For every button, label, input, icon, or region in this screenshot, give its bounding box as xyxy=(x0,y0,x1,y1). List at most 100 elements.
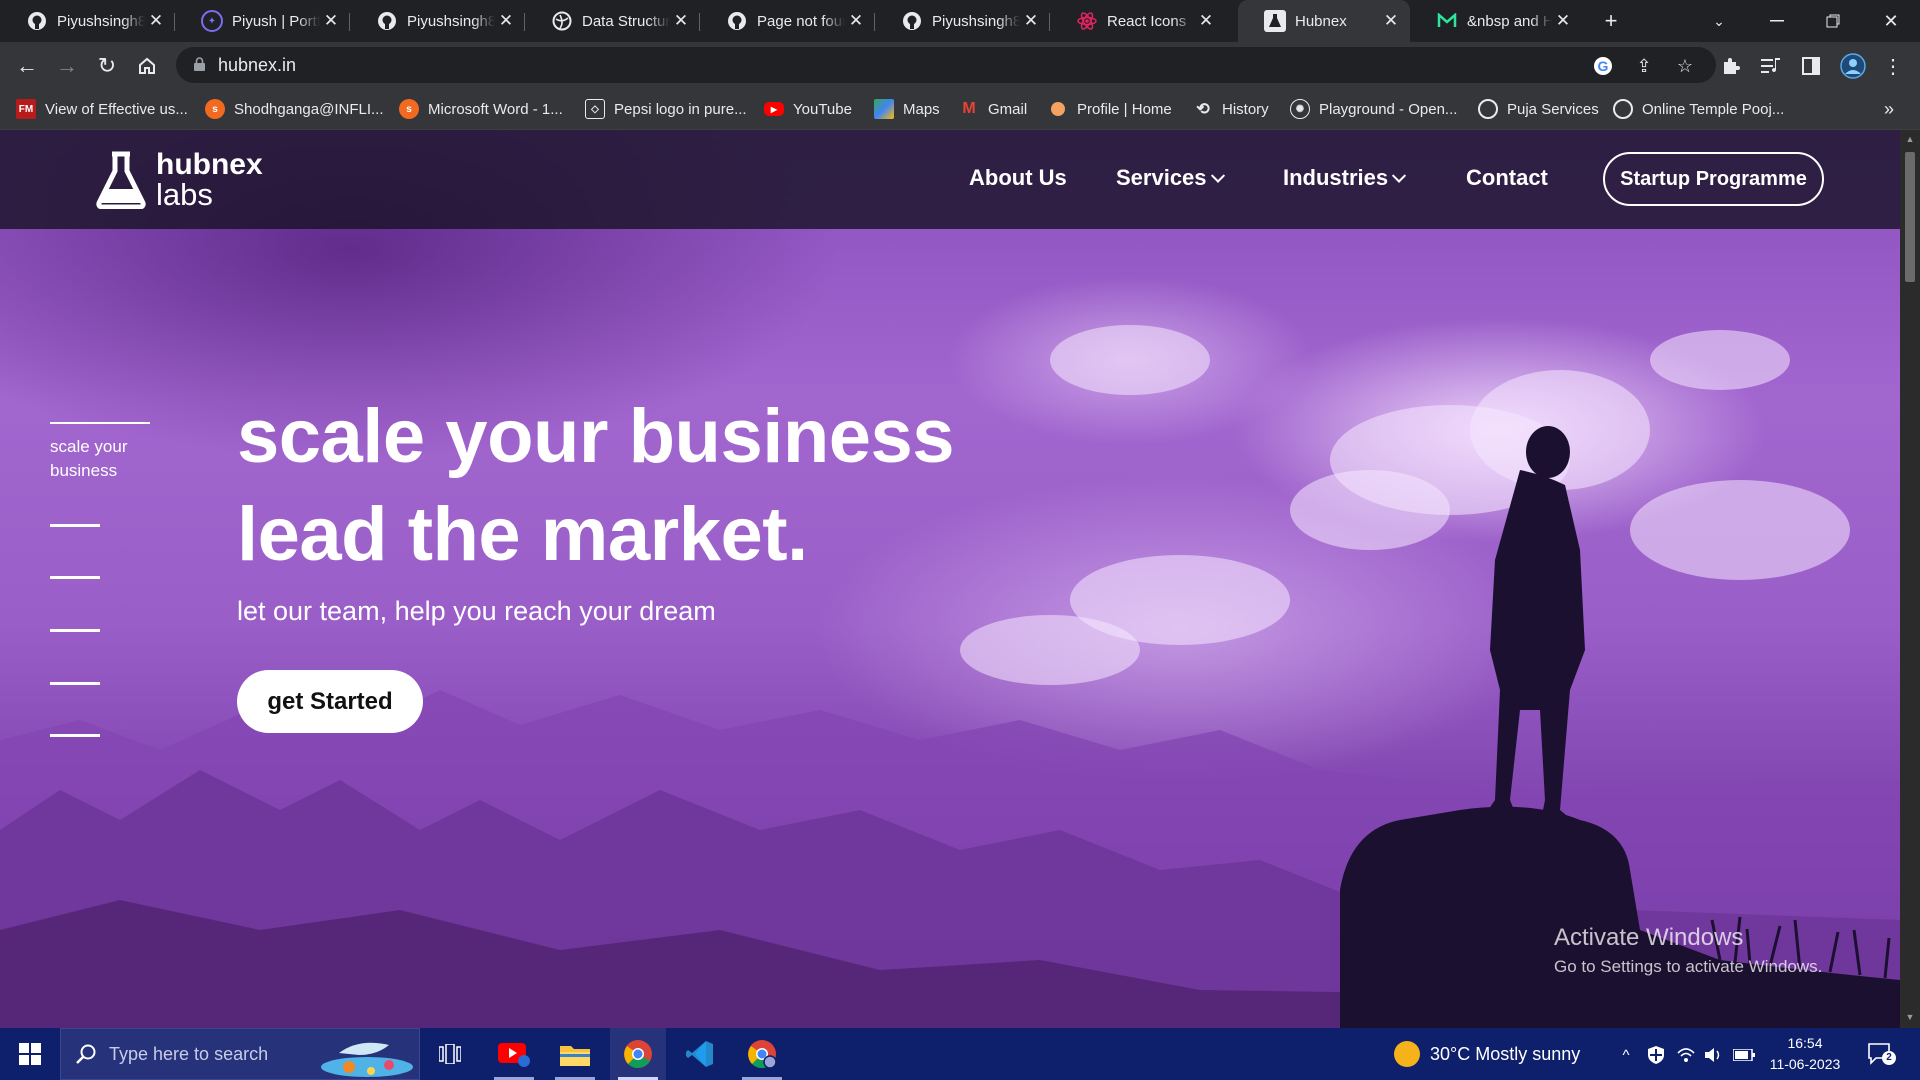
forward-icon[interactable]: → xyxy=(50,49,84,83)
startup-programme-button[interactable]: Startup Programme xyxy=(1603,152,1824,206)
get-started-button[interactable]: get Started xyxy=(237,670,423,733)
tab-react-icons[interactable]: React Icons ✕ xyxy=(1050,0,1225,42)
slide-dot[interactable] xyxy=(50,524,100,527)
slide-dot[interactable] xyxy=(50,682,100,685)
slide-dot[interactable] xyxy=(50,629,100,632)
weather-text: 30°C Mostly sunny xyxy=(1430,1043,1581,1064)
tab-github-2[interactable]: Piyushsingh8080 ✕ xyxy=(350,0,525,42)
watermark-subtitle: Go to Settings to activate Windows. xyxy=(1554,957,1823,976)
profile-avatar-icon[interactable] xyxy=(1836,49,1870,83)
close-tab-icon[interactable]: ✕ xyxy=(145,11,167,31)
notification-count: 2 xyxy=(1882,1051,1896,1065)
bookmark-item[interactable]: M Gmail xyxy=(959,97,1027,121)
chrome-canary-icon[interactable] xyxy=(734,1028,790,1080)
bookmark-item[interactable]: ⟲ History xyxy=(1193,97,1268,121)
chrome-menu-icon[interactable]: ⋮ xyxy=(1876,49,1910,83)
bookmark-item[interactable]: Maps xyxy=(874,97,940,121)
youtube-app-icon[interactable] xyxy=(486,1028,542,1080)
bookmark-item[interactable]: Profile | Home xyxy=(1048,97,1172,121)
hubnex-logo[interactable]: hubnex labs xyxy=(96,150,263,210)
scroll-thumb[interactable] xyxy=(1905,152,1915,282)
nav-about-us[interactable]: About Us xyxy=(969,165,1067,191)
page-scrollbar[interactable]: ▲ ▼ xyxy=(1900,130,1920,1028)
home-icon[interactable] xyxy=(130,49,164,83)
close-tab-icon[interactable]: ✕ xyxy=(320,11,342,31)
chrome-icon[interactable] xyxy=(610,1028,666,1080)
restore-icon[interactable] xyxy=(1816,4,1850,38)
tab-github-3[interactable]: Piyushsingh8080 ✕ xyxy=(875,0,1050,42)
scroll-down-icon[interactable]: ▼ xyxy=(1905,1012,1915,1022)
codepen-icon: ◇ xyxy=(585,99,605,119)
chevron-down-icon xyxy=(1392,168,1407,183)
nav-contact[interactable]: Contact xyxy=(1466,165,1548,191)
close-tab-icon[interactable]: ✕ xyxy=(1380,11,1402,31)
battery-icon[interactable] xyxy=(1733,1044,1755,1066)
bookmark-item[interactable]: s Microsoft Word - 1... xyxy=(399,97,563,121)
close-tab-icon[interactable]: ✕ xyxy=(670,11,692,31)
vscode-icon[interactable] xyxy=(672,1028,728,1080)
defender-shield-icon[interactable] xyxy=(1645,1044,1667,1066)
weather-sunny-icon xyxy=(1394,1041,1420,1067)
logo-line-1: hubnex xyxy=(156,148,263,181)
close-tab-icon[interactable]: ✕ xyxy=(1020,11,1042,31)
back-icon[interactable]: ← xyxy=(10,49,44,83)
file-explorer-icon[interactable] xyxy=(547,1028,603,1080)
scroll-up-icon[interactable]: ▲ xyxy=(1905,134,1915,144)
bookmark-label: Puja Services xyxy=(1507,100,1599,118)
more-bookmarks-button[interactable]: » xyxy=(1884,97,1894,121)
close-window-icon[interactable]: ✕ xyxy=(1874,4,1908,38)
share-icon[interactable]: ⇪ xyxy=(1630,52,1658,80)
tab-page-not-found[interactable]: Page not found ✕ xyxy=(700,0,875,42)
task-view-icon[interactable] xyxy=(422,1028,478,1080)
reading-list-icon[interactable] xyxy=(1754,49,1788,83)
close-tab-icon[interactable]: ✕ xyxy=(495,11,517,31)
tab-github-1[interactable]: Piyushsingh8080 ✕ xyxy=(0,0,175,42)
bookmark-star-icon[interactable]: ☆ xyxy=(1671,52,1699,80)
flask-logo-icon xyxy=(96,151,146,209)
profile-icon xyxy=(1051,102,1065,116)
close-tab-icon[interactable]: ✕ xyxy=(1552,11,1574,31)
tab-nbsp[interactable]: &nbsp and HTML ✕ xyxy=(1410,0,1582,42)
tab-data-structures[interactable]: Data Structures ✕ xyxy=(525,0,700,42)
weather-widget[interactable]: 30°C Mostly sunny xyxy=(1394,1028,1580,1080)
new-tab-button[interactable]: + xyxy=(1594,4,1628,38)
clock-time: 16:54 xyxy=(1787,1035,1823,1051)
bookmark-item[interactable]: Puja Services xyxy=(1478,97,1599,121)
watermark-title: Activate Windows xyxy=(1554,924,1744,951)
tab-title: Piyush | Portfolio xyxy=(232,12,320,30)
close-tab-icon[interactable]: ✕ xyxy=(1195,11,1217,31)
nav-services[interactable]: Services xyxy=(1116,165,1225,191)
hero-heading: scale your business lead the market. xyxy=(237,388,955,584)
volume-icon[interactable] xyxy=(1703,1044,1725,1066)
chevron-up-icon[interactable]: ^ xyxy=(1615,1044,1637,1066)
bookmark-item[interactable]: ◇ Pepsi logo in pure... xyxy=(585,97,747,121)
react-icon xyxy=(1076,10,1098,32)
slide-dot[interactable] xyxy=(50,734,100,737)
tab-portfolio[interactable]: ✦ Piyush | Portfolio ✕ xyxy=(175,0,350,42)
bookmark-item[interactable]: s Shodhganga@INFLI... xyxy=(205,97,384,121)
logo-wordmark: hubnex labs xyxy=(156,148,263,211)
side-panel-icon[interactable] xyxy=(1794,49,1828,83)
bookmark-label: Playground - Open... xyxy=(1319,100,1458,118)
notification-center-icon[interactable]: 2 xyxy=(1868,1042,1896,1066)
tab-search-icon[interactable]: ⌄ xyxy=(1702,4,1736,38)
taskbar-search-box[interactable]: Type here to search xyxy=(60,1028,420,1080)
taskbar-clock[interactable]: 16:54 11-06-2023 xyxy=(1755,1033,1855,1075)
google-lens-icon[interactable]: G xyxy=(1589,52,1617,80)
nav-industries[interactable]: Industries xyxy=(1283,165,1407,191)
tab-hubnex[interactable]: Hubnex ✕ xyxy=(1238,0,1410,42)
bookmark-item[interactable]: ▶ YouTube xyxy=(764,97,852,121)
extensions-icon[interactable] xyxy=(1714,49,1748,83)
bookmark-item[interactable]: FM View of Effective us... xyxy=(16,97,188,121)
wifi-icon[interactable] xyxy=(1675,1044,1697,1066)
slide-dot[interactable] xyxy=(50,576,100,579)
address-bar[interactable]: hubnex.in G ⇪ ☆ xyxy=(176,47,1716,83)
windows-start-icon[interactable] xyxy=(0,1028,60,1080)
close-tab-icon[interactable]: ✕ xyxy=(845,11,867,31)
bookmark-item[interactable]: Online Temple Pooj... xyxy=(1613,97,1784,121)
reload-icon[interactable]: ↻ xyxy=(90,49,124,83)
portfolio-icon: ✦ xyxy=(201,10,223,32)
minimize-icon[interactable] xyxy=(1760,4,1794,38)
github-icon xyxy=(376,10,398,32)
bookmark-item[interactable]: ✺ Playground - Open... xyxy=(1290,97,1457,121)
